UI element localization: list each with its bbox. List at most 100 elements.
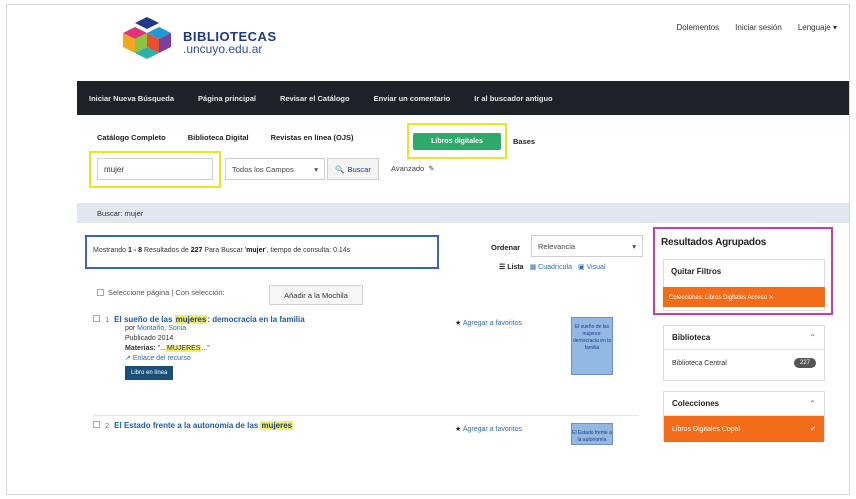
check-icon: ✔ xyxy=(810,426,816,433)
view-list-label: Lista xyxy=(507,264,524,271)
select-page-label: Seleccione página | Con selección: xyxy=(108,288,225,297)
book-cover[interactable]: El Estado frente a la autonomía xyxy=(571,423,613,445)
add-favorite-link[interactable]: ★ Agregar a favoritos xyxy=(455,319,522,327)
view-options: ☰ Lista ▦ Cuadrícula ▣ Visual xyxy=(499,263,606,271)
summary-mid: Resultados de xyxy=(142,247,191,254)
result-title-highlight: mujeres xyxy=(174,315,208,324)
search-button-label: Buscar xyxy=(347,164,371,174)
nav-browse-catalog[interactable]: Revisar el Catálogo xyxy=(280,94,350,103)
add-favorite-label: Agregar a favoritos xyxy=(462,320,522,327)
search-button[interactable]: 🔍 Buscar xyxy=(327,158,379,180)
facet-option-label: Libros Digitales Copal xyxy=(672,425,741,433)
result-title-highlight: mujeres xyxy=(260,421,294,430)
author-link[interactable]: Montaño, Sonia xyxy=(137,325,186,332)
summary-total: 227 xyxy=(190,247,203,254)
published-date: Publicado 2014 xyxy=(125,335,174,342)
nav-old-search[interactable]: Ir al buscador antiguo xyxy=(474,94,552,103)
result-title-pre: El Estado frente a la autonomía de las xyxy=(114,421,261,430)
tab-bases[interactable]: Bases xyxy=(513,137,535,146)
chevron-down-icon: ▾ xyxy=(314,164,318,174)
search-breadcrumb-text: Buscar: mujer xyxy=(97,208,144,218)
nav-home[interactable]: Página principal xyxy=(198,94,256,103)
result-title-pre: El sueño de las xyxy=(114,315,175,324)
star-icon: ★ xyxy=(455,426,462,433)
result-number: 2 xyxy=(105,421,110,430)
tab-revistas-ojs[interactable]: Revistas en línea (OJS) xyxy=(271,133,354,142)
logo-subtitle: .uncuyo.edu.ar xyxy=(183,42,263,56)
result-divider xyxy=(93,415,639,416)
result-checkbox[interactable] xyxy=(93,315,100,322)
logo-text[interactable]: BIBLIOTECAS .uncuyo.edu.ar xyxy=(183,30,277,56)
facet-count-badge: 227 xyxy=(793,358,816,368)
active-filter-pill[interactable]: Colecciones: Libros Digitales Acceso ✕ xyxy=(663,287,825,307)
tab-biblioteca-digital[interactable]: Biblioteca Digital xyxy=(188,133,249,142)
summary-range: 1 - 8 xyxy=(128,247,143,254)
active-filter-label: Colecciones: Libros Digitales Acceso ✕ xyxy=(669,294,774,301)
select-page-checkbox[interactable] xyxy=(97,289,104,296)
order-value: Relevancia xyxy=(538,241,576,251)
external-link-icon: ↗ xyxy=(125,355,131,362)
facet-header[interactable]: Colecciones ⌃ xyxy=(664,392,824,416)
main-navbar: Iniciar Nueva Búsqueda Página principal … xyxy=(77,81,849,115)
tab-catalogo-completo[interactable]: Catálogo Completo xyxy=(97,133,166,142)
remove-filters-title: Quitar Filtros xyxy=(671,267,722,276)
nav-new-search[interactable]: Iniciar Nueva Búsqueda xyxy=(89,94,174,103)
order-select[interactable]: Relevancia ▾ xyxy=(531,235,643,257)
grouped-results-title: Resultados Agrupados xyxy=(661,237,767,248)
tab-libros-digitales[interactable]: Libros digitales xyxy=(413,133,501,150)
pencil-icon: ✎ xyxy=(428,164,435,173)
resource-link[interactable]: ↗ Enlace del recurso xyxy=(125,354,637,364)
add-favorite-label: Agregar a favoritos xyxy=(462,426,522,433)
nav-feedback[interactable]: Enviar un comentario xyxy=(374,94,451,103)
search-field-select[interactable]: Todos los Campos ▾ xyxy=(225,158,325,180)
facet-title: Biblioteca xyxy=(672,333,711,342)
summary-mid2: Para Buscar ' xyxy=(202,247,247,254)
result-item: 2 El Estado frente a la autonomía de las… xyxy=(93,421,637,430)
search-breadcrumb: Buscar: mujer xyxy=(77,203,849,223)
top-links: Dolementos Iniciar sesión Lenguaje ▾ xyxy=(676,23,837,32)
facet-title: Colecciones xyxy=(672,399,720,408)
documents-link[interactable]: Dolementos xyxy=(676,23,719,32)
page-frame: BIBLIOTECAS .uncuyo.edu.ar Dolementos In… xyxy=(6,4,850,495)
facet-header[interactable]: Biblioteca ⌃ xyxy=(664,326,824,350)
search-input[interactable] xyxy=(97,158,213,180)
materias-post: ..." xyxy=(201,345,210,352)
search-icon: 🔍 xyxy=(335,164,345,174)
add-to-bag-button[interactable]: Añadir a la Mochila xyxy=(269,285,363,305)
language-dropdown[interactable]: Lenguaje ▾ xyxy=(798,23,837,32)
result-checkbox[interactable] xyxy=(93,421,100,428)
add-favorite-link[interactable]: ★ Agregar a favoritos xyxy=(455,425,522,433)
facet-biblioteca: Biblioteca ⌃ Biblioteca Central 227 xyxy=(663,325,825,381)
resource-link-label: Enlace del recurso xyxy=(132,355,191,362)
search-tabs: Catálogo Completo Biblioteca Digital Rev… xyxy=(97,133,354,142)
result-number: 1 xyxy=(105,315,110,324)
order-label: Ordenar xyxy=(491,243,521,252)
search-field-value: Todos los Campos xyxy=(232,164,294,174)
book-cover[interactable]: El sueño de las mujeres: democracia en l… xyxy=(571,317,613,375)
materias-highlight: MUJERES xyxy=(166,345,202,352)
advanced-label: Avanzado xyxy=(391,164,425,173)
summary-suffix: ', tiempo de consulta: 0.14s xyxy=(265,247,351,254)
view-grid[interactable]: ▦ Cuadrícula xyxy=(530,263,572,271)
facet-option-selected[interactable]: Libros Digitales Copal ✔ xyxy=(664,416,824,442)
view-visual-label: Visual xyxy=(586,264,606,271)
view-grid-label: Cuadrícula xyxy=(538,264,572,271)
result-title-link[interactable]: El sueño de las mujeres: democracia en l… xyxy=(114,315,305,324)
result-title-link[interactable]: El Estado frente a la autonomía de las m… xyxy=(114,421,294,430)
star-icon: ★ xyxy=(455,320,462,327)
login-link[interactable]: Iniciar sesión xyxy=(735,23,782,32)
facet-option[interactable]: Biblioteca Central 227 xyxy=(664,350,824,376)
chevron-up-icon: ⌃ xyxy=(809,333,816,342)
result-meta: por Montaño, Sonia Publicado 2014 Materi… xyxy=(125,324,637,380)
results-summary: Mostrando 1 - 8 Resultados de 227 Para B… xyxy=(93,247,350,254)
materias-pre: "... xyxy=(157,345,167,352)
author-label: por xyxy=(125,325,138,332)
chevron-up-icon: ⌃ xyxy=(809,399,816,408)
advanced-search-link[interactable]: Avanzado ✎ xyxy=(391,164,435,173)
result-item: 1 El sueño de las mujeres: democracia en… xyxy=(93,315,637,380)
view-visual[interactable]: ▣ Visual xyxy=(578,263,606,271)
view-list[interactable]: ☰ Lista xyxy=(499,263,524,271)
facet-option-label: Biblioteca Central xyxy=(672,359,727,367)
facet-colecciones: Colecciones ⌃ Libros Digitales Copal ✔ xyxy=(663,391,825,442)
result-title-post: : democracia en la familia xyxy=(207,315,305,324)
